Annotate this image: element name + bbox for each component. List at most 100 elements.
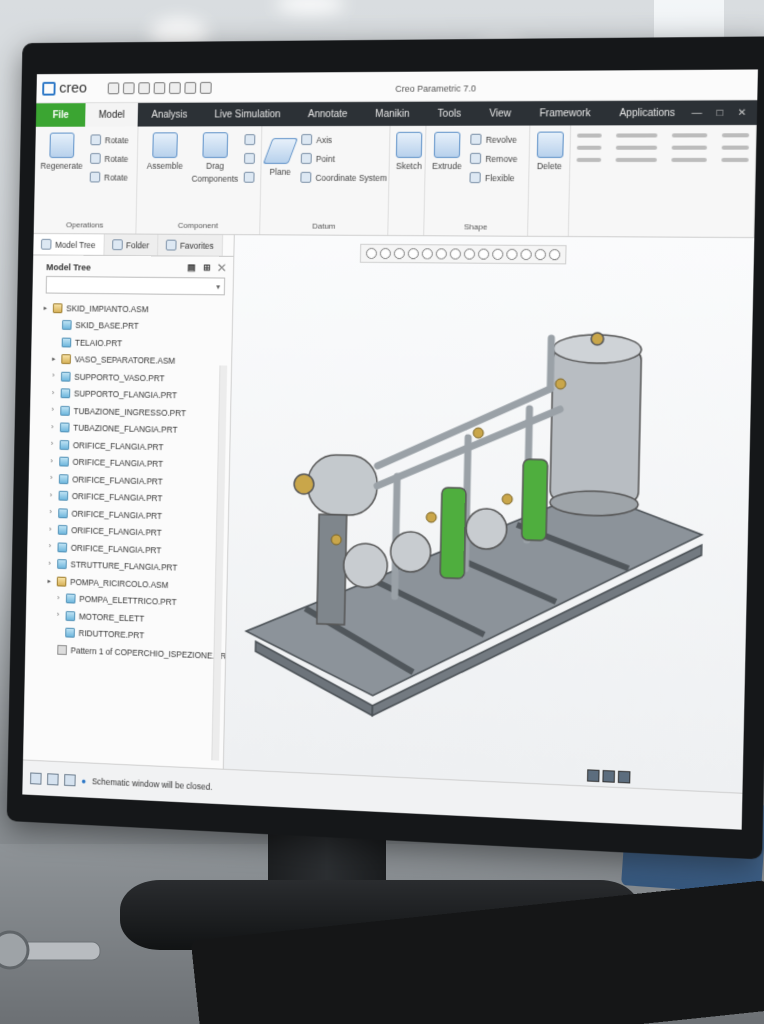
blurred-command[interactable] [576, 145, 602, 150]
tab-favorites[interactable]: Favorites [157, 234, 223, 256]
expand-icon[interactable]: › [50, 373, 58, 380]
expand-icon[interactable]: › [48, 441, 56, 448]
axis-button[interactable]: Axis [301, 134, 388, 146]
tab-framework[interactable]: Framework [525, 101, 605, 126]
tree-settings-icon[interactable]: ▤ [187, 262, 195, 273]
part-icon [61, 320, 72, 331]
expand-icon[interactable]: › [49, 407, 57, 414]
new-icon[interactable] [107, 81, 120, 94]
metal-parts [0, 930, 101, 970]
plane-button[interactable]: Plane [263, 132, 299, 234]
graphics-window[interactable] [223, 235, 755, 793]
remove-button[interactable]: Remove [470, 152, 517, 164]
blurred-command[interactable] [615, 157, 657, 162]
fullscreen-icon[interactable] [64, 773, 76, 786]
browser-icon[interactable] [47, 772, 59, 786]
tab-model-tree[interactable]: Model Tree [33, 233, 105, 255]
blurred-command[interactable] [576, 157, 602, 162]
tab-tools[interactable]: Tools [423, 102, 475, 126]
expand-icon[interactable]: › [49, 424, 57, 431]
status-icon[interactable] [617, 770, 631, 784]
close-icon[interactable]: ✕ [738, 107, 747, 118]
assemble-button[interactable]: Assemble [142, 132, 186, 234]
blurred-command[interactable] [615, 145, 658, 150]
revolve-button[interactable]: Revolve [470, 133, 517, 145]
tree-close-icon[interactable]: ⤫ [218, 263, 225, 274]
assembly-icon [56, 576, 67, 587]
rotate-button-1[interactable]: Rotate [90, 134, 129, 146]
sketch-button[interactable]: Sketch [394, 131, 423, 235]
tab-label: Model Tree [55, 239, 96, 250]
rotate-button-2[interactable]: Rotate [90, 153, 128, 164]
blurred-command[interactable] [616, 133, 658, 138]
expand-icon[interactable]: › [46, 543, 54, 550]
drag-components-button[interactable]: Drag Components [191, 132, 238, 234]
rotate-button-3[interactable]: Rotate [89, 171, 128, 183]
expand-icon[interactable]: › [47, 509, 55, 516]
tab-annotate[interactable]: Annotate [294, 102, 362, 126]
tab-live-simulation[interactable]: Live Simulation [201, 102, 295, 126]
tab-folder[interactable]: Folder [103, 234, 159, 256]
tree-item-label: MOTORE_ELETT [78, 611, 145, 624]
tab-applications[interactable]: Applications [605, 101, 690, 126]
redo-icon[interactable] [169, 81, 181, 94]
tree-filter-icon[interactable]: ⊞ [203, 263, 211, 274]
extrude-button[interactable]: Extrude [430, 131, 462, 236]
undo-icon[interactable] [153, 81, 166, 94]
expand-icon[interactable]: › [54, 612, 62, 619]
tab-analysis[interactable]: Analysis [138, 103, 201, 127]
tab-manikin[interactable]: Manikin [361, 102, 424, 126]
blurred-command[interactable] [577, 133, 602, 138]
flexible-button[interactable]: Flexible [469, 172, 517, 184]
close-window-icon[interactable] [200, 81, 212, 94]
editing-group [568, 124, 757, 238]
expand-icon[interactable]: › [55, 595, 63, 602]
blurred-command[interactable] [671, 145, 708, 150]
regenerate-button[interactable]: Regenerate [39, 132, 83, 234]
expand-icon[interactable]: › [48, 458, 56, 465]
view-icon[interactable] [602, 770, 615, 783]
window-title: Creo Parametric 7.0 [395, 83, 477, 94]
tree-item-label: TUBAZIONE_INGRESSO.PRT [73, 405, 187, 418]
favorites-icon [165, 239, 177, 251]
maximize-icon[interactable]: □ [717, 107, 724, 118]
component-tool-icon[interactable] [243, 171, 255, 183]
minimize-icon[interactable]: — [692, 107, 703, 118]
tab-view[interactable]: View [475, 101, 526, 125]
regenerate-small-icon[interactable] [184, 81, 197, 94]
open-icon[interactable] [123, 81, 135, 94]
blurred-command[interactable] [721, 145, 749, 150]
operations-group-label: Operations [65, 220, 104, 230]
expand-icon[interactable]: ▸ [50, 355, 58, 363]
blurred-command[interactable] [671, 157, 707, 162]
delete-button[interactable]: Delete [534, 131, 564, 236]
dropdown-icon[interactable]: ▾ [216, 282, 220, 291]
expand-icon[interactable]: › [46, 560, 54, 567]
selection-filter-icon[interactable] [586, 769, 600, 783]
ceiling-light [275, 0, 345, 14]
tree-item-label: ORIFICE_FLANGIA.PRT [70, 542, 162, 556]
expand-icon[interactable]: ▸ [45, 577, 53, 585]
expand-icon[interactable]: › [46, 526, 54, 533]
blurred-command[interactable] [721, 157, 749, 163]
expand-icon[interactable]: › [49, 390, 57, 397]
part-icon [59, 422, 70, 433]
blurred-command[interactable] [721, 133, 750, 138]
component-tool-icon[interactable] [244, 152, 256, 164]
part-icon [57, 542, 68, 553]
expand-icon[interactable]: › [47, 492, 55, 499]
tab-file[interactable]: File [35, 103, 86, 127]
coordinate-system-button[interactable]: Coordinate System [300, 171, 388, 183]
tree-item-label: STRUTTURE_FLANGIA.PRT [70, 559, 178, 573]
part-icon [58, 491, 69, 502]
point-button[interactable]: Point [300, 152, 388, 164]
component-tool-icon[interactable] [244, 134, 256, 146]
expand-icon[interactable]: ▸ [42, 304, 50, 312]
expand-icon[interactable]: › [48, 475, 56, 482]
toggle-navigator-icon[interactable] [30, 771, 42, 785]
drag-label: Drag [206, 160, 225, 171]
save-icon[interactable] [138, 81, 151, 94]
tab-model[interactable]: Model [85, 102, 139, 127]
tree-search-input[interactable]: ▾ [45, 275, 226, 296]
blurred-command[interactable] [671, 133, 708, 138]
